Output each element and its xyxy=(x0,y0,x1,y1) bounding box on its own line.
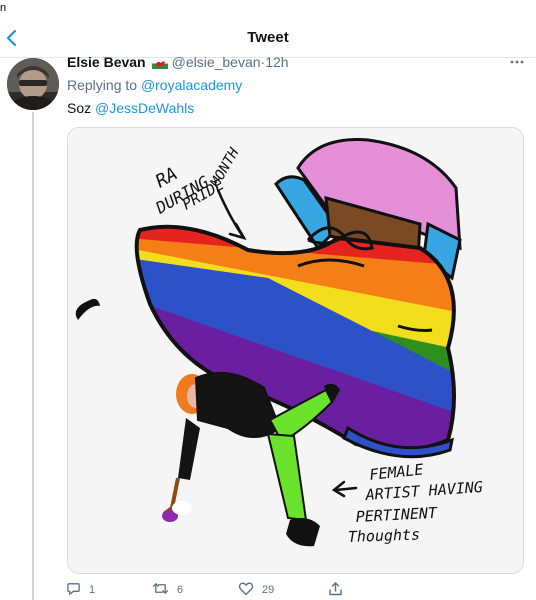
tweet-actions: 1 6 29 xyxy=(60,580,530,600)
reply-icon xyxy=(66,581,89,599)
header-bar: Tweet xyxy=(0,18,536,58)
more-horizontal-icon[interactable] xyxy=(508,54,526,70)
heart-icon xyxy=(238,581,262,599)
page-title: Tweet xyxy=(247,29,289,46)
tweet-time[interactable]: 12h xyxy=(265,54,288,70)
status-bar-fragment: n xyxy=(0,2,7,14)
retweet-button[interactable]: 6 xyxy=(152,580,183,600)
mention-link[interactable]: @JessDeWahls xyxy=(95,100,194,116)
author-display-name[interactable]: Elsie Bevan xyxy=(67,54,146,70)
thread-line xyxy=(32,112,34,600)
author-handle[interactable]: @elsie_bevan xyxy=(172,54,261,70)
replying-to-link[interactable]: @royalacademy xyxy=(141,77,242,93)
like-button[interactable]: 29 xyxy=(238,580,274,600)
share-icon xyxy=(328,581,351,600)
retweet-icon xyxy=(152,581,177,599)
wales-flag-icon xyxy=(151,56,168,72)
caption-bottom-4: Thoughts xyxy=(348,525,421,546)
avatar[interactable] xyxy=(7,58,59,110)
retweet-count: 6 xyxy=(177,584,184,596)
tweet-image[interactable]: RA DURING PRIDE MONTH FEMALE ARTIST HAVI… xyxy=(67,127,524,574)
replying-to-label: Replying to xyxy=(67,77,138,93)
tweet-text-prefix: Soz xyxy=(67,100,92,116)
replying-to-line: Replying to @royalacademy xyxy=(67,77,242,93)
share-button[interactable] xyxy=(328,580,351,600)
tweet-text: Soz @JessDeWahls xyxy=(67,100,194,116)
reply-button[interactable]: 1 xyxy=(66,580,95,600)
tweet-author-row: Elsie Bevan @elsie_bevan·12h xyxy=(67,54,289,72)
like-count: 29 xyxy=(262,584,275,596)
reply-count: 1 xyxy=(89,584,96,596)
